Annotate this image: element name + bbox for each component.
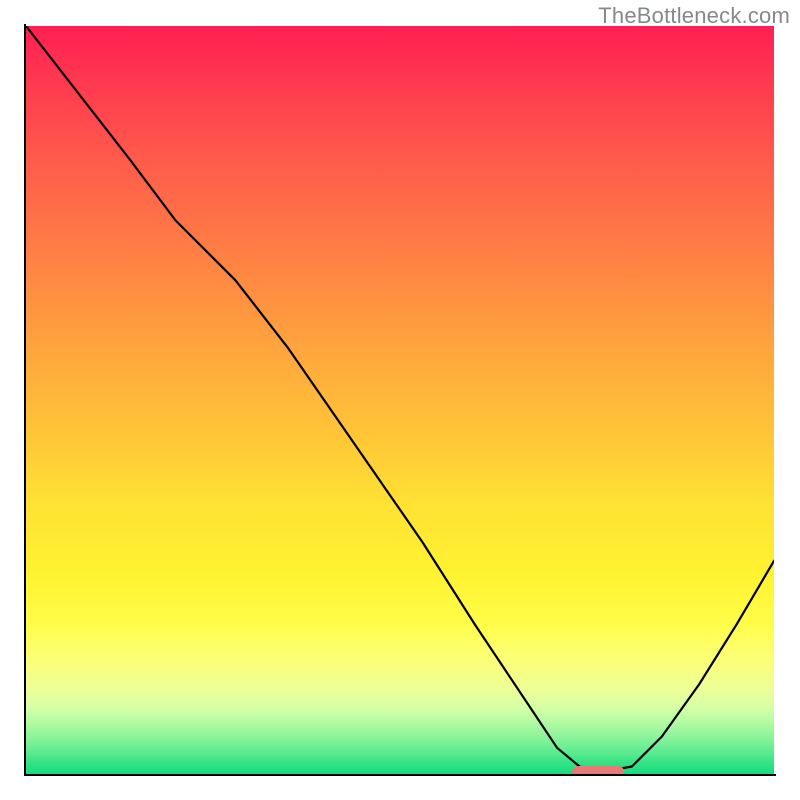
watermark-label: TheBottleneck.com [598, 3, 790, 29]
highlight-marker [572, 766, 624, 774]
axis-x [24, 774, 776, 776]
plot-area [26, 26, 774, 774]
line-curve [26, 26, 774, 774]
axis-y [24, 24, 26, 776]
chart-container: TheBottleneck.com [0, 0, 800, 800]
